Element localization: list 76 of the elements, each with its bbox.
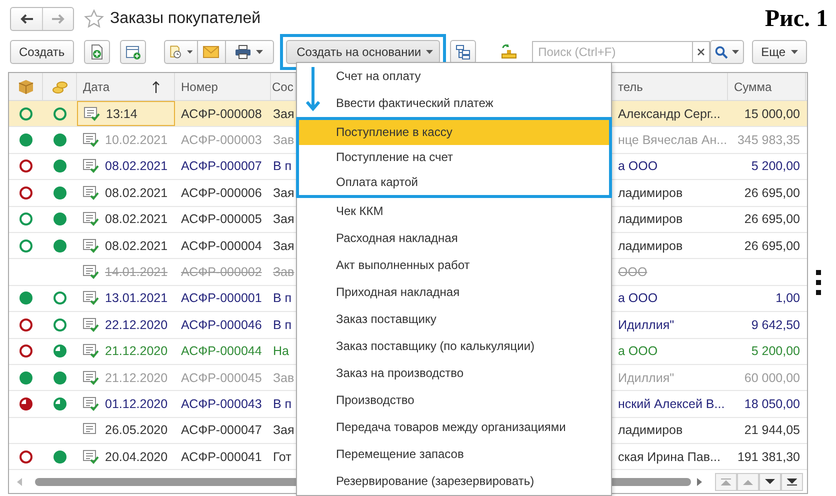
column-header-label: Дата (83, 80, 110, 94)
status-text: Зая (273, 423, 294, 438)
status-text: Зав (273, 370, 294, 385)
date-text: 13:14 (106, 106, 138, 121)
order-number: АСФР-000001 (181, 291, 262, 306)
counterparty-text: нце Вячеслав Ан... (618, 133, 728, 148)
sum-text: 345 983,35 (737, 133, 800, 148)
order-number: АСФР-000047 (181, 423, 262, 438)
date-text: 08.02.2021 (105, 238, 168, 253)
counterparty-text: ладимиров (618, 186, 683, 200)
order-number: АСФР-000007 (181, 159, 262, 174)
date-text: 14.01.2021 (105, 265, 168, 280)
counterparty-text: а ООО (618, 344, 658, 358)
sum-text: 18 050,00 (744, 396, 800, 411)
sum-text: 15 000,00 (744, 106, 800, 121)
status-text: В п (273, 291, 292, 306)
date-text: 08.02.2021 (105, 212, 168, 226)
date-text: 26.05.2020 (105, 423, 168, 438)
date-text: 10.02.2021 (105, 133, 168, 148)
counterparty-text: нский Алексей В... (618, 396, 725, 411)
order-number: АСФР-000006 (181, 186, 262, 200)
order-number: АСФР-000041 (181, 450, 262, 464)
sum-text: 191 381,30 (737, 450, 800, 464)
order-number: АСФР-000046 (181, 318, 262, 332)
order-number: АСФР-000004 (181, 238, 262, 253)
status-text: В п (273, 159, 292, 174)
order-number: АСФР-000003 (181, 133, 262, 148)
date-text: 20.04.2020 (105, 450, 168, 464)
date-text: 22.12.2020 (105, 318, 168, 332)
column-header-label: Сос (272, 80, 294, 94)
order-number: АСФР-000008 (181, 106, 262, 121)
date-text: 08.02.2021 (105, 159, 168, 174)
figure-label: Рис. 1 (764, 6, 828, 32)
sum-text: 9 642,50 (751, 318, 800, 332)
status-text: В п (273, 396, 292, 411)
date-text: 21.12.2020 (105, 370, 168, 385)
order-number: АСФР-000045 (181, 370, 262, 385)
column-header-label: Номер (181, 80, 218, 94)
status-text: Гот (273, 450, 292, 464)
status-text: На (273, 344, 289, 358)
status-text: Зав (273, 265, 294, 280)
counterparty-text: а ООО (618, 291, 658, 306)
sum-text: 26 695,00 (744, 238, 800, 253)
column-header-label: тель (618, 80, 643, 94)
status-text: Зав (273, 133, 294, 148)
counterparty-text: ООО (618, 265, 648, 280)
counterparty-text: Идиллия" (618, 370, 674, 385)
sum-text: 26 695,00 (744, 212, 800, 226)
status-text: Зая (273, 212, 294, 226)
sum-text: 21 944,05 (744, 423, 800, 438)
order-number: АСФР-000043 (181, 396, 262, 411)
counterparty-text: а ООО (618, 159, 658, 174)
status-text: Зая (273, 106, 294, 121)
counterparty-text: ладимиров (618, 238, 683, 253)
window-title: Заказы покупателей (110, 10, 261, 28)
sum-text: 5 200,00 (751, 159, 800, 174)
column-header-label: Сумма (734, 80, 772, 94)
order-number: АСФР-000002 (181, 265, 262, 280)
order-number: АСФР-000005 (181, 212, 262, 226)
status-text: Зая (273, 186, 294, 200)
date-text: 01.12.2020 (105, 396, 168, 411)
order-number: АСФР-000044 (181, 344, 262, 358)
counterparty-text: ладимиров (618, 212, 683, 226)
sum-text: 5 200,00 (751, 344, 800, 358)
counterparty-text: Идиллия" (618, 318, 674, 332)
date-text: 13.01.2021 (105, 291, 168, 306)
counterparty-text: ладимиров (618, 423, 683, 438)
counterparty-text: Александр Серг... (618, 106, 720, 121)
sum-text: 60 000,00 (744, 370, 800, 385)
status-text: Зая (273, 238, 294, 253)
sum-text: 26 695,00 (744, 186, 800, 200)
sum-text: 1,00 (776, 291, 800, 306)
counterparty-text: ская Ирина Пав... (618, 450, 720, 464)
date-text: 21.12.2020 (105, 344, 168, 358)
date-text: 08.02.2021 (105, 186, 168, 200)
status-text: В п (273, 318, 292, 332)
